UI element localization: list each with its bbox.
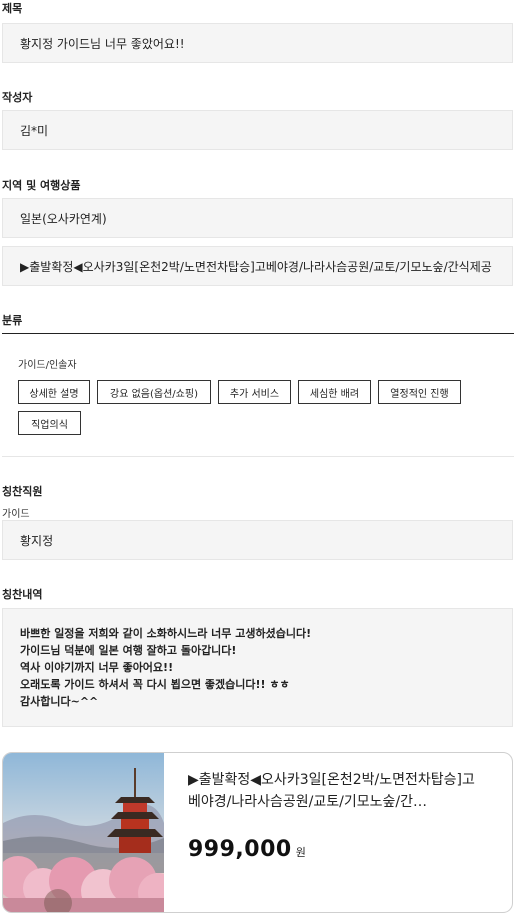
tag-passionate-progress[interactable]: 열정적인 진행 [378, 380, 461, 404]
category-divider [2, 333, 514, 334]
category-label: 분류 [2, 314, 23, 327]
praise-line: 가이드님 덕분에 일본 여행 잘하고 돌아갑니다! [20, 644, 237, 657]
product-card-title[interactable]: ▶출발확정◀오사카3일[온천2박/노면전차탑승]고베야경/나라사슴공원/교토/기… [188, 769, 478, 813]
price-currency: 원 [295, 846, 306, 859]
praise-content: 바쁘한 일정을 저희와 같이 소화하시느라 너무 고생하셨습니다! 가이드님 덕… [2, 608, 513, 727]
tag-professionalism[interactable]: 직업의식 [18, 411, 81, 435]
region-label: 지역 및 여행상품 [2, 179, 81, 192]
praise-label: 칭찬내역 [2, 588, 43, 601]
praise-line: 바쁘한 일정을 저희와 같이 소화하시느라 너무 고생하셨습니다! [20, 627, 312, 640]
region-field: 일본(오사카연계) [2, 198, 513, 238]
author-field: 김*미 [2, 110, 513, 150]
author-label: 작성자 [2, 91, 33, 104]
tag-no-pressure[interactable]: 강요 없음(옵션/쇼핑) [97, 380, 211, 404]
tag-detailed-explanation[interactable]: 상세한 설명 [18, 380, 90, 404]
product-field: ▶출발확정◀오사카3일[온천2박/노면전차탑승]고베야경/나라사슴공원/교토/기… [2, 246, 513, 286]
praise-line: 역사 이야기까지 너무 좋아어요!! [20, 661, 174, 674]
praise-line: 오래도록 가이드 하셔서 꼭 다시 뵙으면 좋겠습니다!! ㅎㅎ [20, 678, 290, 691]
staff-name-field: 황지정 [2, 520, 513, 560]
tag-extra-service[interactable]: 추가 서비스 [218, 380, 291, 404]
staff-role: 가이드 [2, 509, 30, 520]
price-row: 999,000 원 [188, 837, 306, 862]
title-field: 황지정 가이드님 너무 좋았어요!! [2, 23, 513, 63]
product-card[interactable]: ▶출발확정◀오사카3일[온천2박/노면전차탑승]고베야경/나라사슴공원/교토/기… [2, 752, 513, 913]
title-label: 제목 [2, 2, 23, 15]
section-divider [2, 456, 514, 457]
pagoda-cherry-blossom-photo [3, 753, 164, 912]
tag-thoughtful-care[interactable]: 세심한 배려 [298, 380, 371, 404]
product-price: 999,000 [188, 837, 292, 862]
category-subheading: 가이드/인솔자 [18, 360, 77, 371]
praise-line: 감사합니다~^^ [20, 695, 99, 708]
staff-label: 칭찬직원 [2, 485, 43, 498]
